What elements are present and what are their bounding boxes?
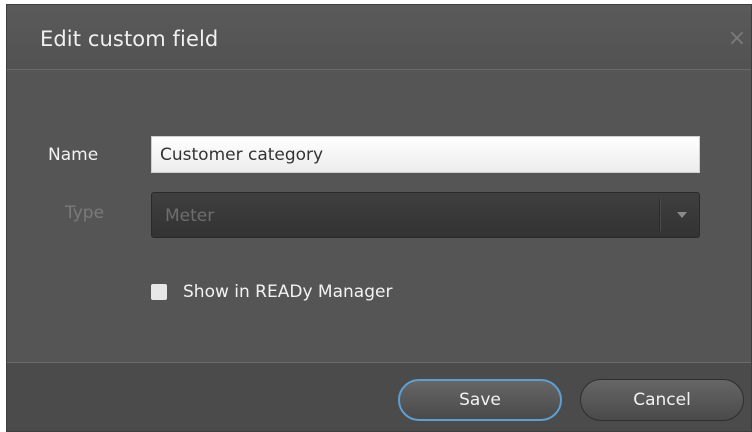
type-select-value: Meter <box>165 206 215 226</box>
show-in-ready-manager-label: Show in READy Manager <box>183 282 393 302</box>
dialog-title: Edit custom field <box>40 27 219 51</box>
save-button[interactable]: Save <box>398 379 562 421</box>
close-icon[interactable]: × <box>727 27 747 51</box>
cancel-button[interactable]: Cancel <box>580 379 744 421</box>
name-label: Name <box>48 145 99 165</box>
show-in-ready-manager-row[interactable]: Show in READy Manager <box>151 280 392 304</box>
show-in-ready-manager-checkbox[interactable] <box>151 284 167 300</box>
select-divider <box>659 199 661 231</box>
dialog-footer: Save Cancel <box>7 362 751 431</box>
type-label: Type <box>65 203 105 223</box>
name-input[interactable] <box>151 136 700 173</box>
chevron-down-icon <box>677 212 687 218</box>
edit-custom-field-dialog: Edit custom field × Name Type Meter Show… <box>6 4 752 432</box>
type-select: Meter <box>151 192 700 238</box>
dialog-title-bar: Edit custom field × <box>7 5 751 70</box>
